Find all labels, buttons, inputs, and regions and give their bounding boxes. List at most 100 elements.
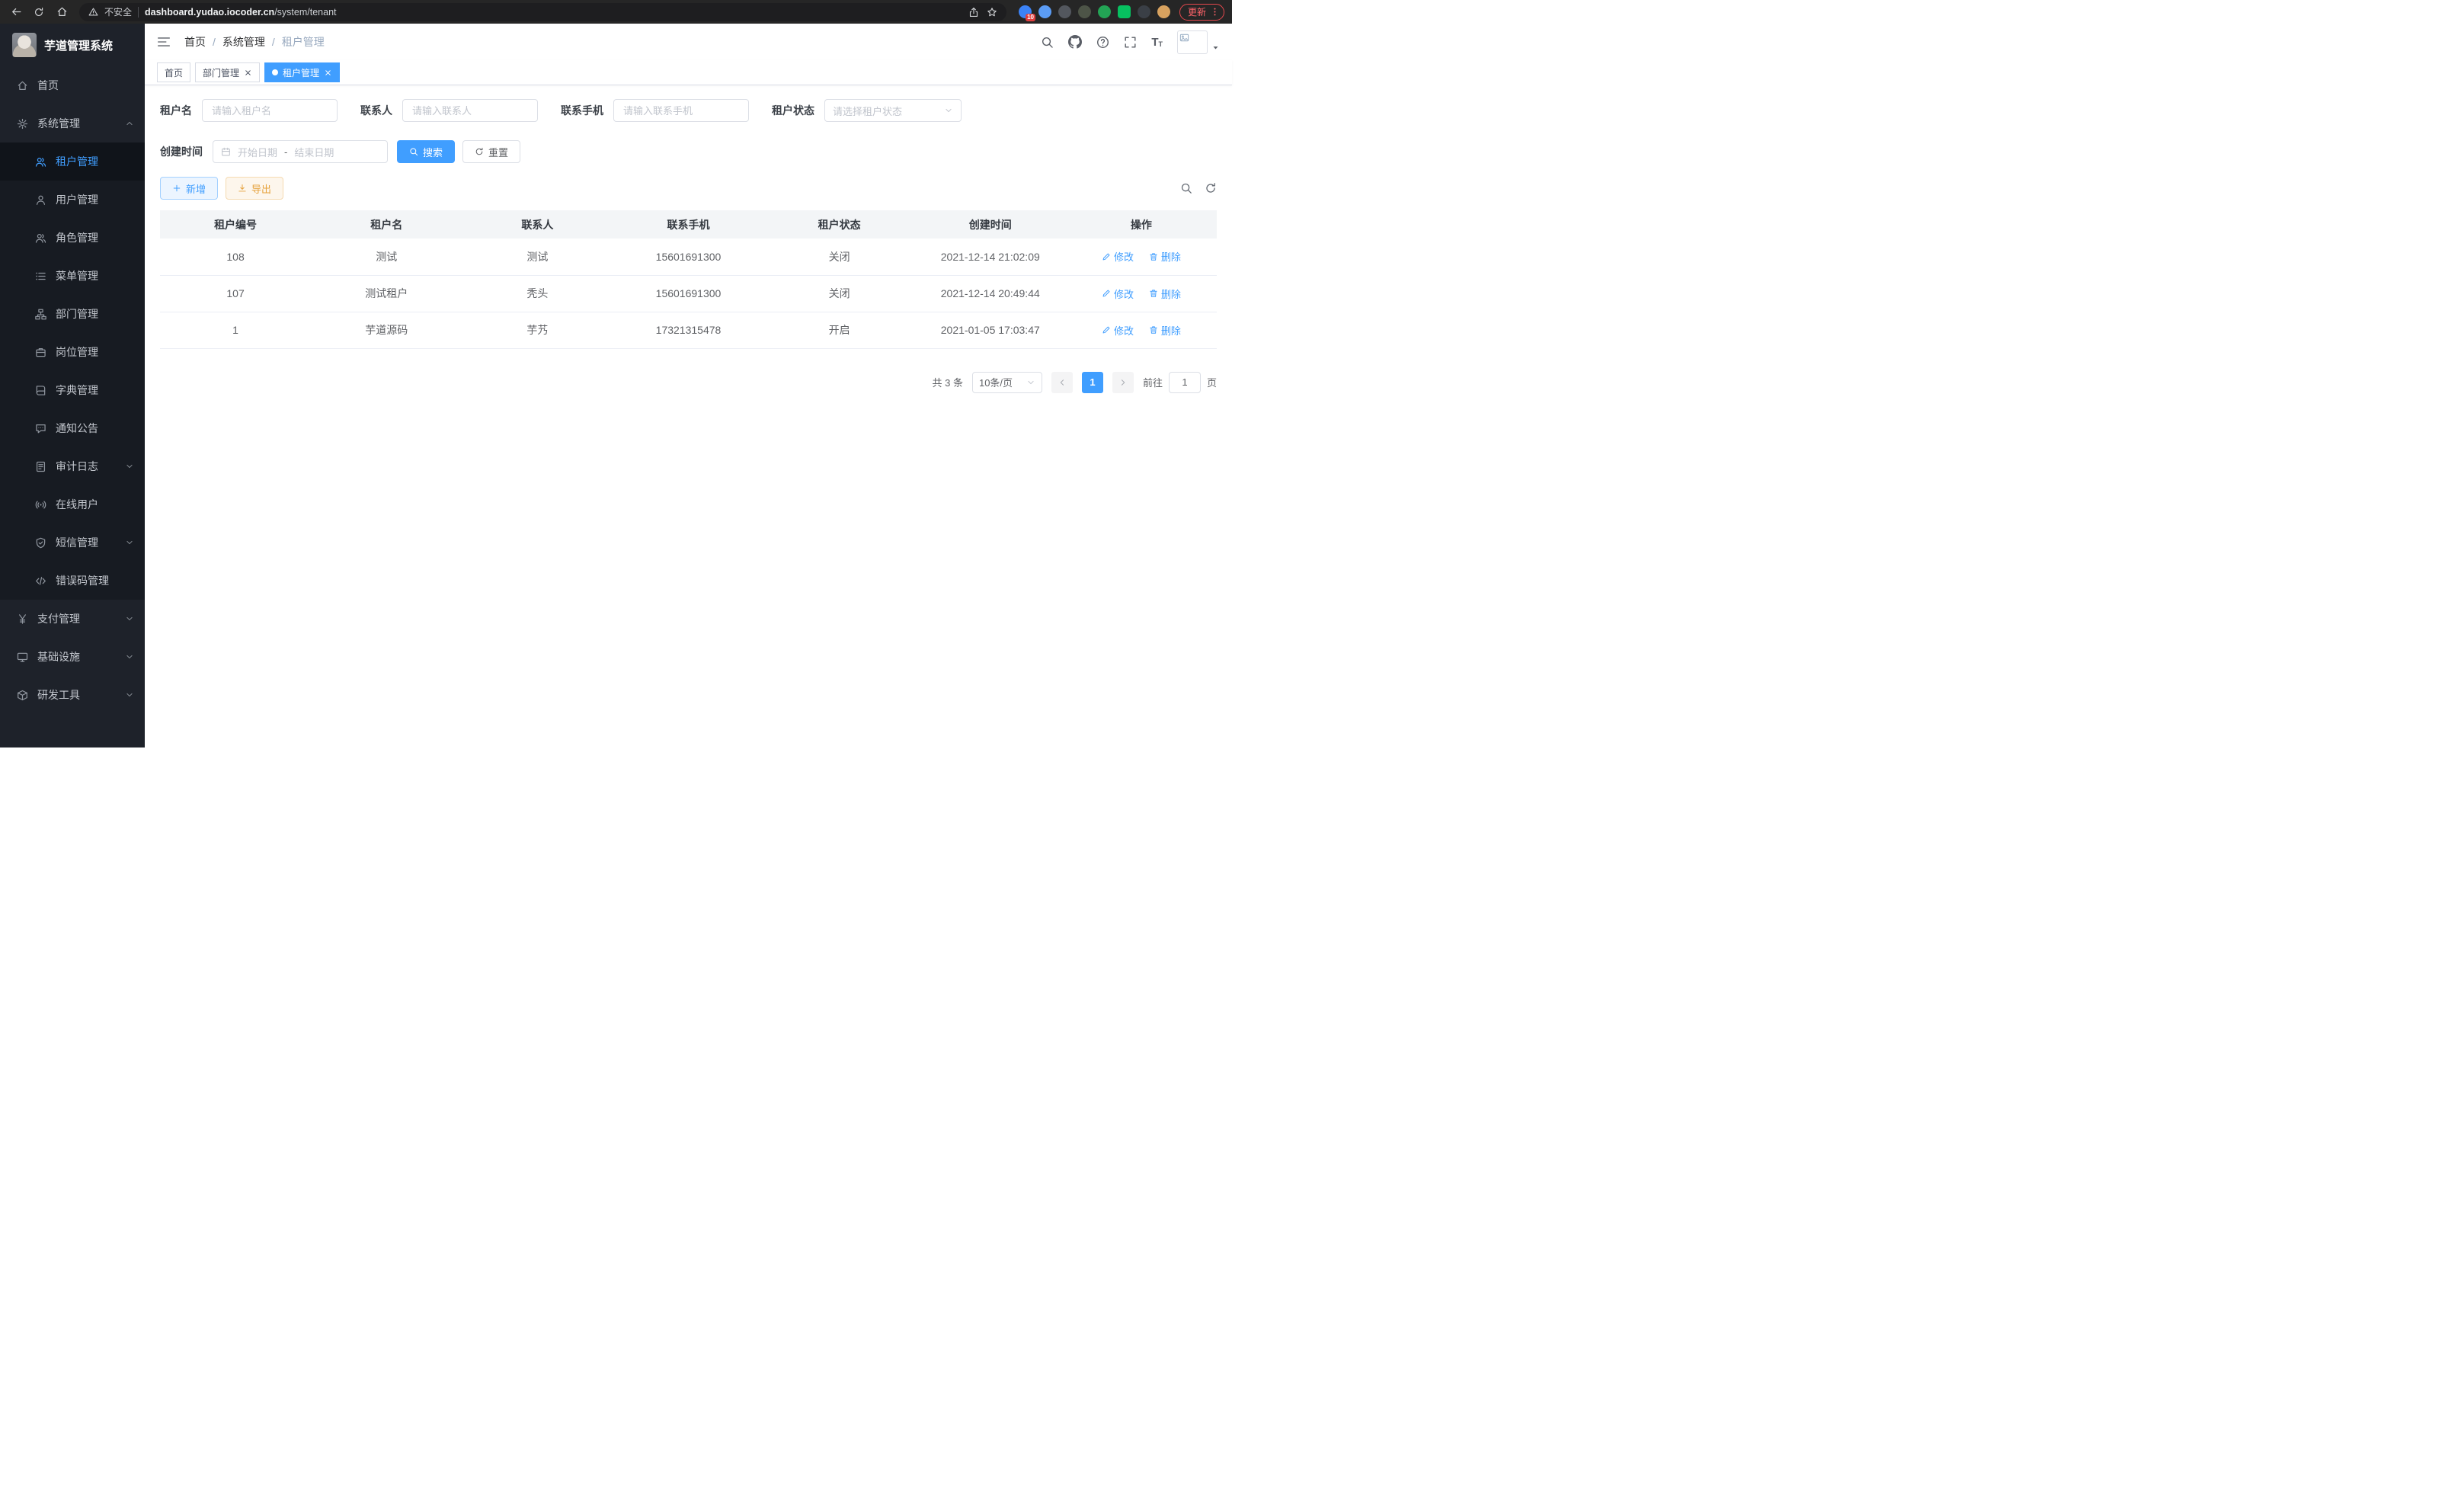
chevron-right-icon [1118,378,1128,387]
sidebar-item-system-mgmt[interactable]: 系统管理 [0,104,145,142]
update-button[interactable]: 更新 [1179,4,1224,21]
url-text: dashboard.yudao.iocoder.cn/system/tenant [145,7,336,18]
extension-icon-7[interactable] [1138,5,1150,18]
extension-icon-5[interactable] [1098,5,1111,18]
date-separator: - [284,146,287,158]
fullscreen-icon[interactable] [1124,36,1137,49]
gear-icon [17,118,28,130]
broken-image-icon [1179,33,1189,43]
sidebar-item-dict-mgmt[interactable]: 字典管理 [0,371,145,409]
sidebar-item-role-mgmt[interactable]: 角色管理 [0,219,145,257]
pencil-icon [1102,252,1111,261]
chevron-down-icon [125,652,134,661]
extension-icon-3[interactable] [1058,5,1071,18]
help-icon[interactable] [1096,36,1109,49]
sidebar-item-sms-mgmt[interactable]: 短信管理 [0,523,145,562]
col-contact: 联系人 [462,210,613,238]
tab-dept-mgmt[interactable]: 部门管理 [195,62,260,82]
font-size-icon[interactable] [1151,37,1163,48]
close-icon[interactable] [324,69,332,77]
refresh-icon [475,147,484,156]
back-button[interactable] [8,4,24,21]
close-icon[interactable] [244,69,252,77]
col-tenant-id: 租户编号 [160,210,311,238]
tab-home[interactable]: 首页 [157,62,190,82]
breadcrumb-system-mgmt[interactable]: 系统管理 [222,34,265,50]
sidebar-item-error-code-mgmt[interactable]: 错误码管理 [0,562,145,600]
sidebar-item-notice[interactable]: 通知公告 [0,409,145,447]
prev-page-button[interactable] [1051,372,1073,393]
sidebar-item-user-mgmt[interactable]: 用户管理 [0,181,145,219]
bookmark-star-icon[interactable] [987,7,997,18]
tab-tenant-mgmt[interactable]: 租户管理 [264,62,340,82]
extension-icon-4[interactable] [1078,5,1091,18]
table-row: 107 测试租户 秃头 15601691300 关闭 2021-12-14 20… [160,275,1217,312]
address-bar[interactable]: 不安全 dashboard.yudao.iocoder.cn/system/te… [79,3,1006,21]
trash-icon [1149,252,1158,261]
extension-icon-1[interactable]: 10 [1019,5,1032,18]
mobile-input[interactable] [613,99,749,122]
browser-menu-icon[interactable] [1210,7,1220,17]
signal-icon [35,499,46,511]
sidebar-item-audit-log[interactable]: 审计日志 [0,447,145,485]
sidebar-item-post-mgmt[interactable]: 岗位管理 [0,333,145,371]
sidebar-item-tenant-mgmt[interactable]: 租户管理 [0,142,145,181]
not-secure-icon [88,7,98,17]
sidebar-menu: 首页 系统管理 租户管理 用户管理 角色管理 菜单管理 [0,66,145,714]
next-page-button[interactable] [1112,372,1134,393]
tabs-bar: 首页 部门管理 租户管理 [145,60,1232,85]
trash-icon [1149,325,1158,335]
sidebar-item-dept-mgmt[interactable]: 部门管理 [0,295,145,333]
status-select[interactable]: 请选择租户状态 [824,99,962,122]
edit-button[interactable]: 修改 [1102,249,1134,264]
page-number-1[interactable]: 1 [1082,372,1103,393]
edit-button[interactable]: 修改 [1102,323,1134,338]
col-tenant-name: 租户名 [311,210,462,238]
github-icon[interactable] [1068,35,1082,49]
contact-input[interactable] [402,99,538,122]
tenant-name-input[interactable] [202,99,338,122]
sidebar-item-online-users[interactable]: 在线用户 [0,485,145,523]
extension-icon-8[interactable] [1157,5,1170,18]
sidebar-item-payment-mgmt[interactable]: 支付管理 [0,600,145,638]
edit-button[interactable]: 修改 [1102,287,1134,301]
date-range-picker[interactable]: 开始日期 - 结束日期 [213,140,388,163]
app-title: 芋道管理系统 [44,37,113,53]
reset-button[interactable]: 重置 [462,140,520,163]
sidebar-toggle-icon[interactable] [157,36,171,48]
delete-button[interactable]: 删除 [1149,323,1181,338]
breadcrumb-home[interactable]: 首页 [184,34,206,50]
export-button[interactable]: 导出 [226,177,283,200]
app-logo[interactable]: 芋道管理系统 [0,24,145,66]
page-size-select[interactable]: 10条/页 [972,372,1042,393]
sidebar-item-menu-mgmt[interactable]: 菜单管理 [0,257,145,295]
extension-icon-6[interactable] [1118,5,1131,18]
share-icon[interactable] [968,7,979,18]
header-search-icon[interactable] [1041,36,1054,49]
reload-button[interactable] [30,4,47,21]
browser-home-button[interactable] [53,4,70,21]
toggle-search-icon[interactable] [1180,182,1192,194]
sidebar-item-dev-tools[interactable]: 研发工具 [0,676,145,714]
user-avatar-menu[interactable] [1177,30,1220,54]
goto-label: 前往 [1143,375,1163,389]
caret-down-icon [1211,43,1220,52]
search-button[interactable]: 搜索 [397,140,455,163]
date-end-placeholder: 结束日期 [294,145,334,159]
pagination: 共 3 条 10条/页 1 前往 页 [160,372,1217,393]
delete-button[interactable]: 删除 [1149,287,1181,301]
sidebar-item-infrastructure[interactable]: 基础设施 [0,638,145,676]
add-button[interactable]: 新增 [160,177,218,200]
sidebar-item-home[interactable]: 首页 [0,66,145,104]
table-row: 108 测试 测试 15601691300 关闭 2021-12-14 21:0… [160,238,1217,275]
col-created: 创建时间 [915,210,1066,238]
goto-page-input[interactable] [1169,372,1201,393]
org-tree-icon [35,309,46,320]
avatar [1177,30,1208,54]
extension-icon-2[interactable] [1038,5,1051,18]
users-icon [35,156,46,168]
home-icon [17,80,28,91]
delete-button[interactable]: 删除 [1149,249,1181,264]
refresh-table-icon[interactable] [1205,182,1217,194]
briefcase-icon [35,347,46,358]
